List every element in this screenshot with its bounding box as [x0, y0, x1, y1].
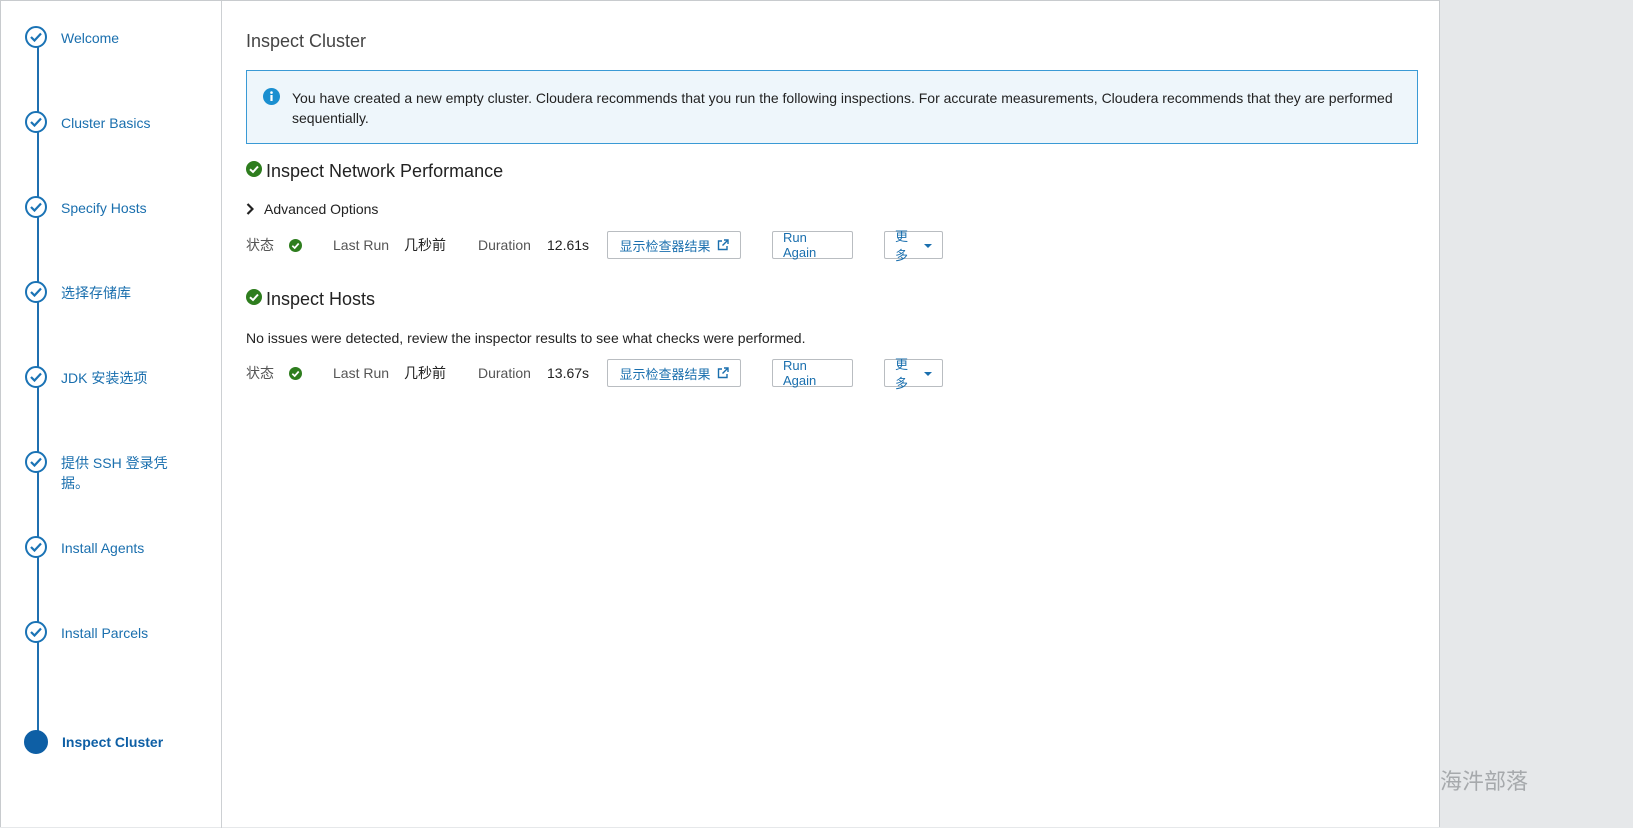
section-title-text: Inspect Network Performance	[266, 161, 504, 181]
network-status-row: 状态 Last Run 几秒前 Duration 12.61s 显示检查器结果 …	[246, 229, 943, 263]
chevron-right-icon	[246, 203, 254, 215]
page-title: Inspect Cluster	[246, 31, 367, 51]
step-label: Install Agents	[61, 540, 145, 556]
status-success-icon	[289, 366, 333, 380]
check-icon	[25, 366, 47, 388]
step-label: 选择存储库	[61, 285, 131, 301]
more-dropdown-button[interactable]: 更多	[884, 357, 943, 391]
external-link-icon	[717, 239, 729, 251]
run-again-button[interactable]: Run Again	[772, 230, 853, 260]
check-icon	[25, 196, 47, 218]
info-icon	[263, 88, 280, 110]
step-install-agents[interactable]: Install Agents	[25, 536, 181, 558]
step-welcome[interactable]: Welcome	[25, 26, 181, 48]
external-link-icon	[717, 367, 729, 379]
status-success-icon	[289, 238, 333, 252]
step-install-parcels[interactable]: Install Parcels	[25, 621, 181, 643]
button-label: 显示检查器结果	[619, 238, 711, 254]
button-label: Run Again	[783, 358, 817, 388]
advanced-options-toggle[interactable]: Advanced Options	[246, 201, 378, 217]
step-inspect-cluster[interactable]: Inspect Cluster	[24, 730, 182, 754]
duration-value: 13.67s	[547, 365, 590, 381]
step-label: Specify Hosts	[61, 200, 147, 216]
check-icon	[25, 281, 47, 303]
watermark-text: 海汼部落	[1440, 770, 1529, 795]
check-icon	[25, 621, 47, 643]
step-label: Inspect Cluster	[62, 734, 164, 750]
step-label: Welcome	[61, 30, 120, 46]
section-title-text: Inspect Hosts	[266, 289, 376, 309]
show-inspector-results-button[interactable]: 显示检查器结果	[607, 359, 741, 387]
step-jdk-options[interactable]: JDK 安装选项	[25, 366, 181, 388]
step-ssh-credentials[interactable]: 提供 SSH 登录凭据。	[25, 451, 181, 493]
caret-down-icon	[924, 244, 932, 248]
button-label: 显示检查器结果	[619, 366, 711, 382]
success-check-icon	[246, 161, 262, 182]
check-icon	[25, 111, 47, 133]
step-cluster-basics[interactable]: Cluster Basics	[25, 111, 181, 133]
show-inspector-results-button[interactable]: 显示检查器结果	[607, 231, 741, 259]
caret-down-icon	[924, 372, 932, 376]
check-icon	[25, 26, 47, 48]
button-label: 更多	[895, 229, 909, 263]
last-run-value: 几秒前	[404, 365, 446, 381]
button-label: Run Again	[783, 230, 817, 260]
wizard-window: Welcome Cluster Basics Specify Hosts 选择存…	[0, 0, 1440, 828]
wizard-steps-sidebar: Welcome Cluster Basics Specify Hosts 选择存…	[1, 1, 222, 828]
run-again-button[interactable]: Run Again	[772, 358, 853, 388]
hosts-description: No issues were detected, review the insp…	[246, 330, 806, 346]
duration-label: Duration	[478, 365, 531, 381]
duration-value: 12.61s	[547, 237, 590, 253]
step-select-repository[interactable]: 选择存储库	[25, 281, 181, 303]
last-run-value: 几秒前	[404, 237, 446, 253]
step-label: Cluster Basics	[61, 115, 151, 131]
info-text: You have created a new empty cluster. Cl…	[292, 90, 1393, 126]
success-check-icon	[246, 289, 262, 310]
last-run-label: Last Run	[333, 237, 390, 253]
step-label: Install Parcels	[61, 625, 149, 641]
last-run-label: Last Run	[333, 365, 390, 381]
check-icon	[25, 536, 47, 558]
hosts-section-title: Inspect Hosts	[246, 289, 375, 310]
button-label: 更多	[895, 357, 909, 391]
more-dropdown-button[interactable]: 更多	[884, 229, 943, 263]
network-section-title: Inspect Network Performance	[246, 161, 503, 182]
check-icon	[25, 451, 47, 473]
status-label: 状态	[246, 365, 274, 381]
step-specify-hosts[interactable]: Specify Hosts	[25, 196, 181, 218]
hosts-status-row: 状态 Last Run 几秒前 Duration 13.67s 显示检查器结果 …	[246, 357, 943, 391]
step-label: JDK 安装选项	[61, 370, 148, 386]
info-alert: You have created a new empty cluster. Cl…	[246, 70, 1418, 144]
step-label: 提供 SSH 登录凭据。	[61, 455, 168, 491]
status-label: 状态	[246, 237, 274, 253]
current-step-dot-icon	[24, 730, 48, 754]
advanced-options-label: Advanced Options	[264, 201, 379, 217]
duration-label: Duration	[478, 237, 531, 253]
